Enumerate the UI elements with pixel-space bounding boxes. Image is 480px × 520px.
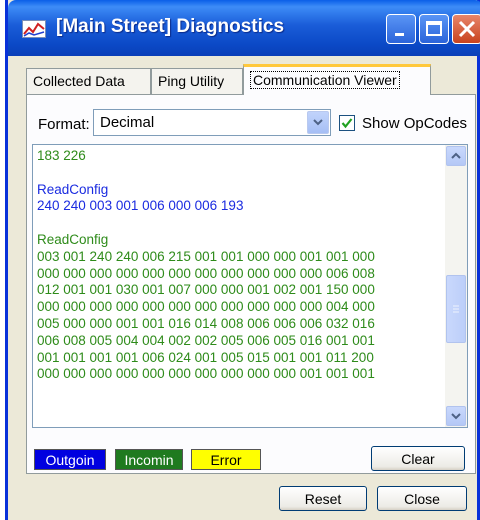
- chevron-up-icon: [451, 152, 461, 159]
- log-content: 183 226 ReadConfig 240 240 003 001 006 00…: [37, 148, 443, 383]
- window-title: [Main Street] Diagnostics: [56, 16, 285, 37]
- log-spacer: [37, 165, 443, 182]
- tab-label: Ping Utility: [158, 73, 225, 89]
- scroll-up-button[interactable]: [446, 146, 466, 166]
- close-button[interactable]: Close: [377, 486, 467, 511]
- log-line: 001 001 001 001 006 024 001 005 015 001 …: [37, 349, 374, 365]
- close-icon: [458, 20, 476, 38]
- format-dropdown[interactable]: Decimal: [93, 109, 331, 136]
- maximize-button[interactable]: [419, 14, 449, 44]
- log-line: ReadConfig: [37, 231, 109, 247]
- dropdown-arrow-button[interactable]: [307, 111, 329, 134]
- legend-error: Error: [191, 449, 261, 470]
- log-scrollbar[interactable]: [445, 145, 467, 427]
- communication-log[interactable]: 183 226 ReadConfig 240 240 003 001 006 00…: [32, 144, 468, 428]
- log-spacer: [37, 215, 443, 232]
- log-line: ReadConfig: [37, 181, 109, 197]
- tab-label: Collected Data: [33, 73, 125, 89]
- chart-icon: [22, 20, 46, 38]
- tab-collected-data[interactable]: Collected Data: [26, 68, 151, 94]
- format-value: Decimal: [100, 114, 155, 131]
- show-opcodes-checkbox[interactable]: [339, 115, 355, 131]
- log-line: 000 000 000 000 000 000 000 000 000 000 …: [37, 299, 375, 315]
- log-line: 006 008 005 004 004 002 002 005 006 005 …: [37, 332, 375, 348]
- log-line: 000 000 000 000 000 000 000 000 000 000 …: [37, 366, 375, 382]
- close-window-button[interactable]: [452, 14, 480, 44]
- log-line: 005 000 000 001 001 016 014 008 006 006 …: [37, 315, 375, 331]
- format-label: Format:: [38, 116, 90, 133]
- checkmark-icon: [341, 118, 353, 129]
- grip-icon: [453, 305, 459, 313]
- title-bar[interactable]: [Main Street] Diagnostics: [8, 0, 480, 56]
- tab-label: Communication Viewer: [250, 71, 400, 89]
- legend-incoming: Incomin: [115, 449, 183, 470]
- scroll-down-button[interactable]: [446, 406, 466, 426]
- tab-ping-utility[interactable]: Ping Utility: [151, 68, 243, 94]
- log-line: 183 226: [37, 148, 86, 163]
- tab-communication-viewer[interactable]: Communication Viewer: [243, 64, 431, 95]
- log-line: 012 001 001 030 001 007 000 000 001 002 …: [37, 282, 375, 298]
- maximize-icon: [426, 21, 442, 36]
- log-line: 003 001 240 240 006 215 001 001 000 000 …: [37, 248, 375, 264]
- log-line: 000 000 000 000 000 000 000 000 000 000 …: [37, 265, 375, 281]
- scroll-thumb[interactable]: [446, 275, 466, 343]
- chevron-down-icon: [313, 119, 323, 126]
- legend-outgoing: Outgoin: [34, 449, 106, 470]
- minimize-button[interactable]: [386, 14, 416, 44]
- log-line: 240 240 003 001 006 000 006 193: [37, 198, 244, 214]
- show-opcodes-label[interactable]: Show OpCodes: [362, 115, 467, 132]
- reset-button[interactable]: Reset: [279, 486, 367, 511]
- minimize-icon: [395, 33, 404, 36]
- chevron-down-icon: [451, 413, 461, 420]
- clear-button[interactable]: Clear: [371, 446, 465, 471]
